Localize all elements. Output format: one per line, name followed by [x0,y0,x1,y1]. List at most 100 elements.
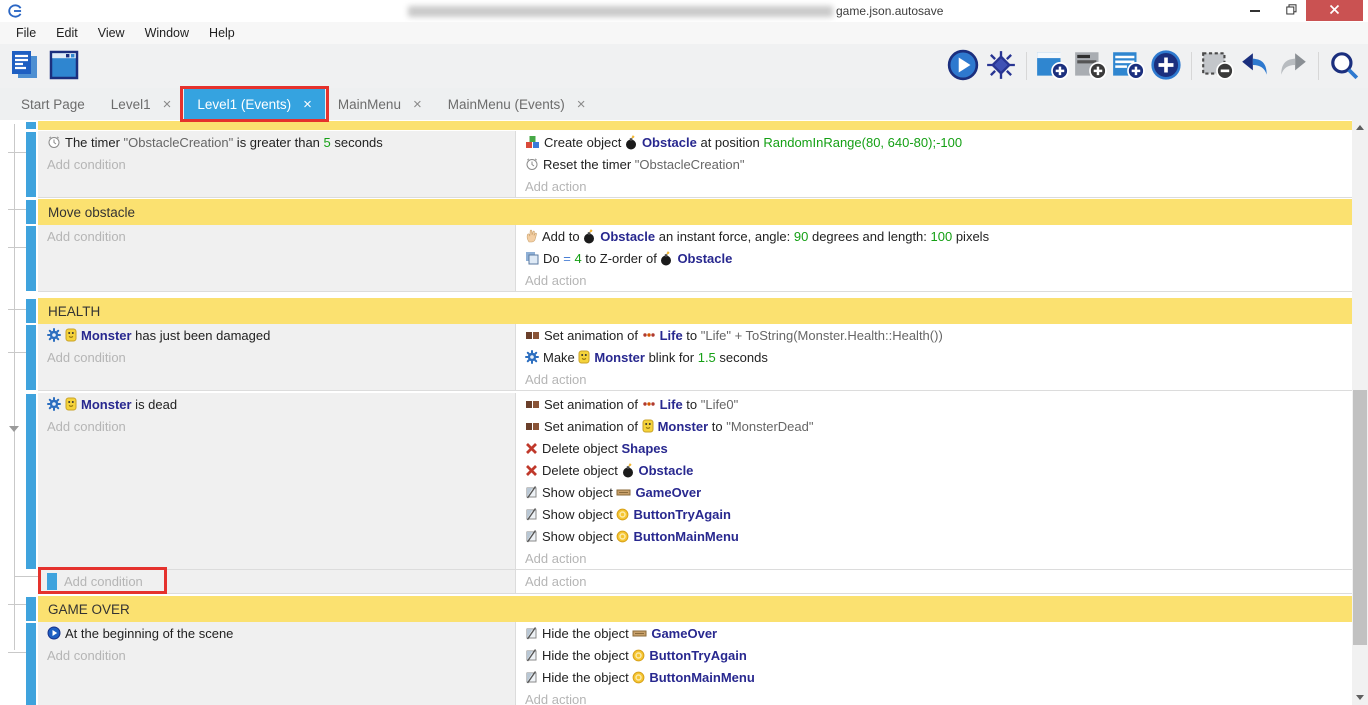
visibility-icon [525,507,538,521]
tab-level1[interactable]: Level1× [98,88,185,120]
action-line[interactable]: Hide the object GameOver [516,622,1352,644]
event-marker-bar[interactable] [26,299,36,323]
add-action[interactable]: Add action [516,368,1352,390]
action-line[interactable]: Create object Obstacle at position Rando… [516,131,1352,153]
event-marker-bar[interactable] [26,623,36,705]
action-line[interactable]: Set animation of Life to "Life0" [516,393,1352,415]
event-marker-bar[interactable] [26,394,36,569]
event-text: seconds [716,350,768,365]
add-other-event-button[interactable] [1148,48,1184,84]
add-comment-button[interactable] [1072,48,1108,84]
add-condition[interactable]: Add condition [38,415,515,437]
condition-cell: The timer "ObstacleCreation" is greater … [38,131,516,197]
action-line[interactable]: Add to Obstacle an instant force, angle:… [516,225,1352,247]
event-marker-bar[interactable] [26,226,36,291]
tree-guide [14,576,38,577]
action-line[interactable]: Do = 4 to Z-order of Obstacle [516,247,1352,269]
empty-sub-event-row: Add condition Add action [38,570,1352,594]
sub-event-marker-bar[interactable] [47,573,57,590]
scrollbar-thumb[interactable] [1353,390,1367,645]
string-value: "MonsterDead" [726,419,813,434]
scene-editor-button[interactable] [46,48,82,84]
close-button[interactable] [1306,0,1363,21]
event-marker-bar[interactable] [26,325,36,390]
add-action[interactable]: Add action [516,570,1352,592]
tab-close-icon[interactable]: × [163,97,172,112]
menu-view[interactable]: View [88,22,135,44]
menu-window[interactable]: Window [135,22,199,44]
add-condition[interactable]: Add condition [38,644,515,666]
action-line[interactable]: Delete object Shapes [516,437,1352,459]
tab-close-icon[interactable]: × [577,97,586,112]
window-title: game.json.autosave [836,4,943,18]
vertical-scrollbar[interactable] [1352,120,1368,705]
tab-close-icon[interactable]: × [303,97,312,112]
add-action[interactable]: Add action [516,547,1352,569]
tab-close-icon[interactable]: × [413,97,422,112]
condition-line[interactable]: Monster has just been damaged [38,324,515,346]
toolbar-separator [1191,52,1192,80]
add-subevent-icon [1111,49,1145,84]
event-text: has just been damaged [132,328,271,343]
add-action[interactable]: Add action [516,269,1352,291]
undo-button[interactable] [1237,48,1273,84]
menu-help[interactable]: Help [199,22,245,44]
group-header[interactable]: GAME OVER [38,596,1352,622]
event-marker-bar[interactable] [26,122,36,129]
menu-file[interactable]: File [6,22,46,44]
action-line[interactable]: Show object ButtonTryAgain [516,503,1352,525]
restore-button[interactable] [1276,0,1306,21]
condition-line[interactable]: Monster is dead [38,393,515,415]
delete-event-button[interactable] [1199,48,1235,84]
event-text: to [708,419,726,434]
scroll-up-icon[interactable] [1352,120,1368,135]
minimize-button[interactable] [1240,0,1270,21]
project-manager-button[interactable] [8,48,44,84]
action-line[interactable]: Reset the timer "ObstacleCreation" [516,153,1352,175]
expression-value: 1.5 [698,350,716,365]
tab-mainmenu[interactable]: MainMenu× [325,88,435,120]
zorder-icon [525,251,539,265]
action-line[interactable]: Delete object Obstacle [516,459,1352,481]
event-marker-bar[interactable] [26,200,36,224]
debug-button[interactable] [983,48,1019,84]
group-header-partial[interactable] [38,121,1352,130]
add-event-button[interactable] [1034,48,1070,84]
action-line[interactable]: Hide the object ButtonTryAgain [516,644,1352,666]
event-marker-bar[interactable] [26,597,36,621]
tab-start-page[interactable]: Start Page [8,88,98,120]
group-header[interactable]: HEALTH [38,298,1352,324]
visibility-icon [525,670,538,684]
object-name: ButtonTryAgain [649,648,747,663]
add-condition[interactable]: Add condition [38,346,515,368]
action-line[interactable]: Make Monster blink for 1.5 seconds [516,346,1352,368]
search-button[interactable] [1326,48,1362,84]
play-button[interactable] [945,48,981,84]
expand-arrow-icon[interactable] [9,426,19,432]
scroll-down-icon[interactable] [1352,690,1368,705]
add-condition[interactable]: Add condition [64,574,143,589]
event-text: Add to [542,229,583,244]
add-condition[interactable]: Add condition [38,153,515,175]
add-action[interactable]: Add action [516,688,1352,705]
tab-level1-events-[interactable]: Level1 (Events)× [184,88,325,120]
toolbar [0,44,1368,88]
action-line[interactable]: Set animation of Monster to "MonsterDead… [516,415,1352,437]
redo-button[interactable] [1275,48,1311,84]
add-condition[interactable]: Add condition [38,225,515,247]
group-header[interactable]: Move obstacle [38,199,1352,225]
action-line[interactable]: Show object ButtonMainMenu [516,525,1352,547]
add-subevent-button[interactable] [1110,48,1146,84]
condition-line[interactable]: At the beginning of the scene [38,622,515,644]
button-icon [616,508,629,521]
action-line[interactable]: Set animation of Life to "Life" + ToStri… [516,324,1352,346]
animation-icon [525,329,540,342]
debug-icon [985,49,1017,84]
action-line[interactable]: Show object GameOver [516,481,1352,503]
action-line[interactable]: Hide the object ButtonMainMenu [516,666,1352,688]
add-action[interactable]: Add action [516,175,1352,197]
condition-line[interactable]: The timer "ObstacleCreation" is greater … [38,131,515,153]
tab-mainmenu-events-[interactable]: MainMenu (Events)× [435,88,599,120]
event-marker-bar[interactable] [26,132,36,197]
menu-edit[interactable]: Edit [46,22,88,44]
